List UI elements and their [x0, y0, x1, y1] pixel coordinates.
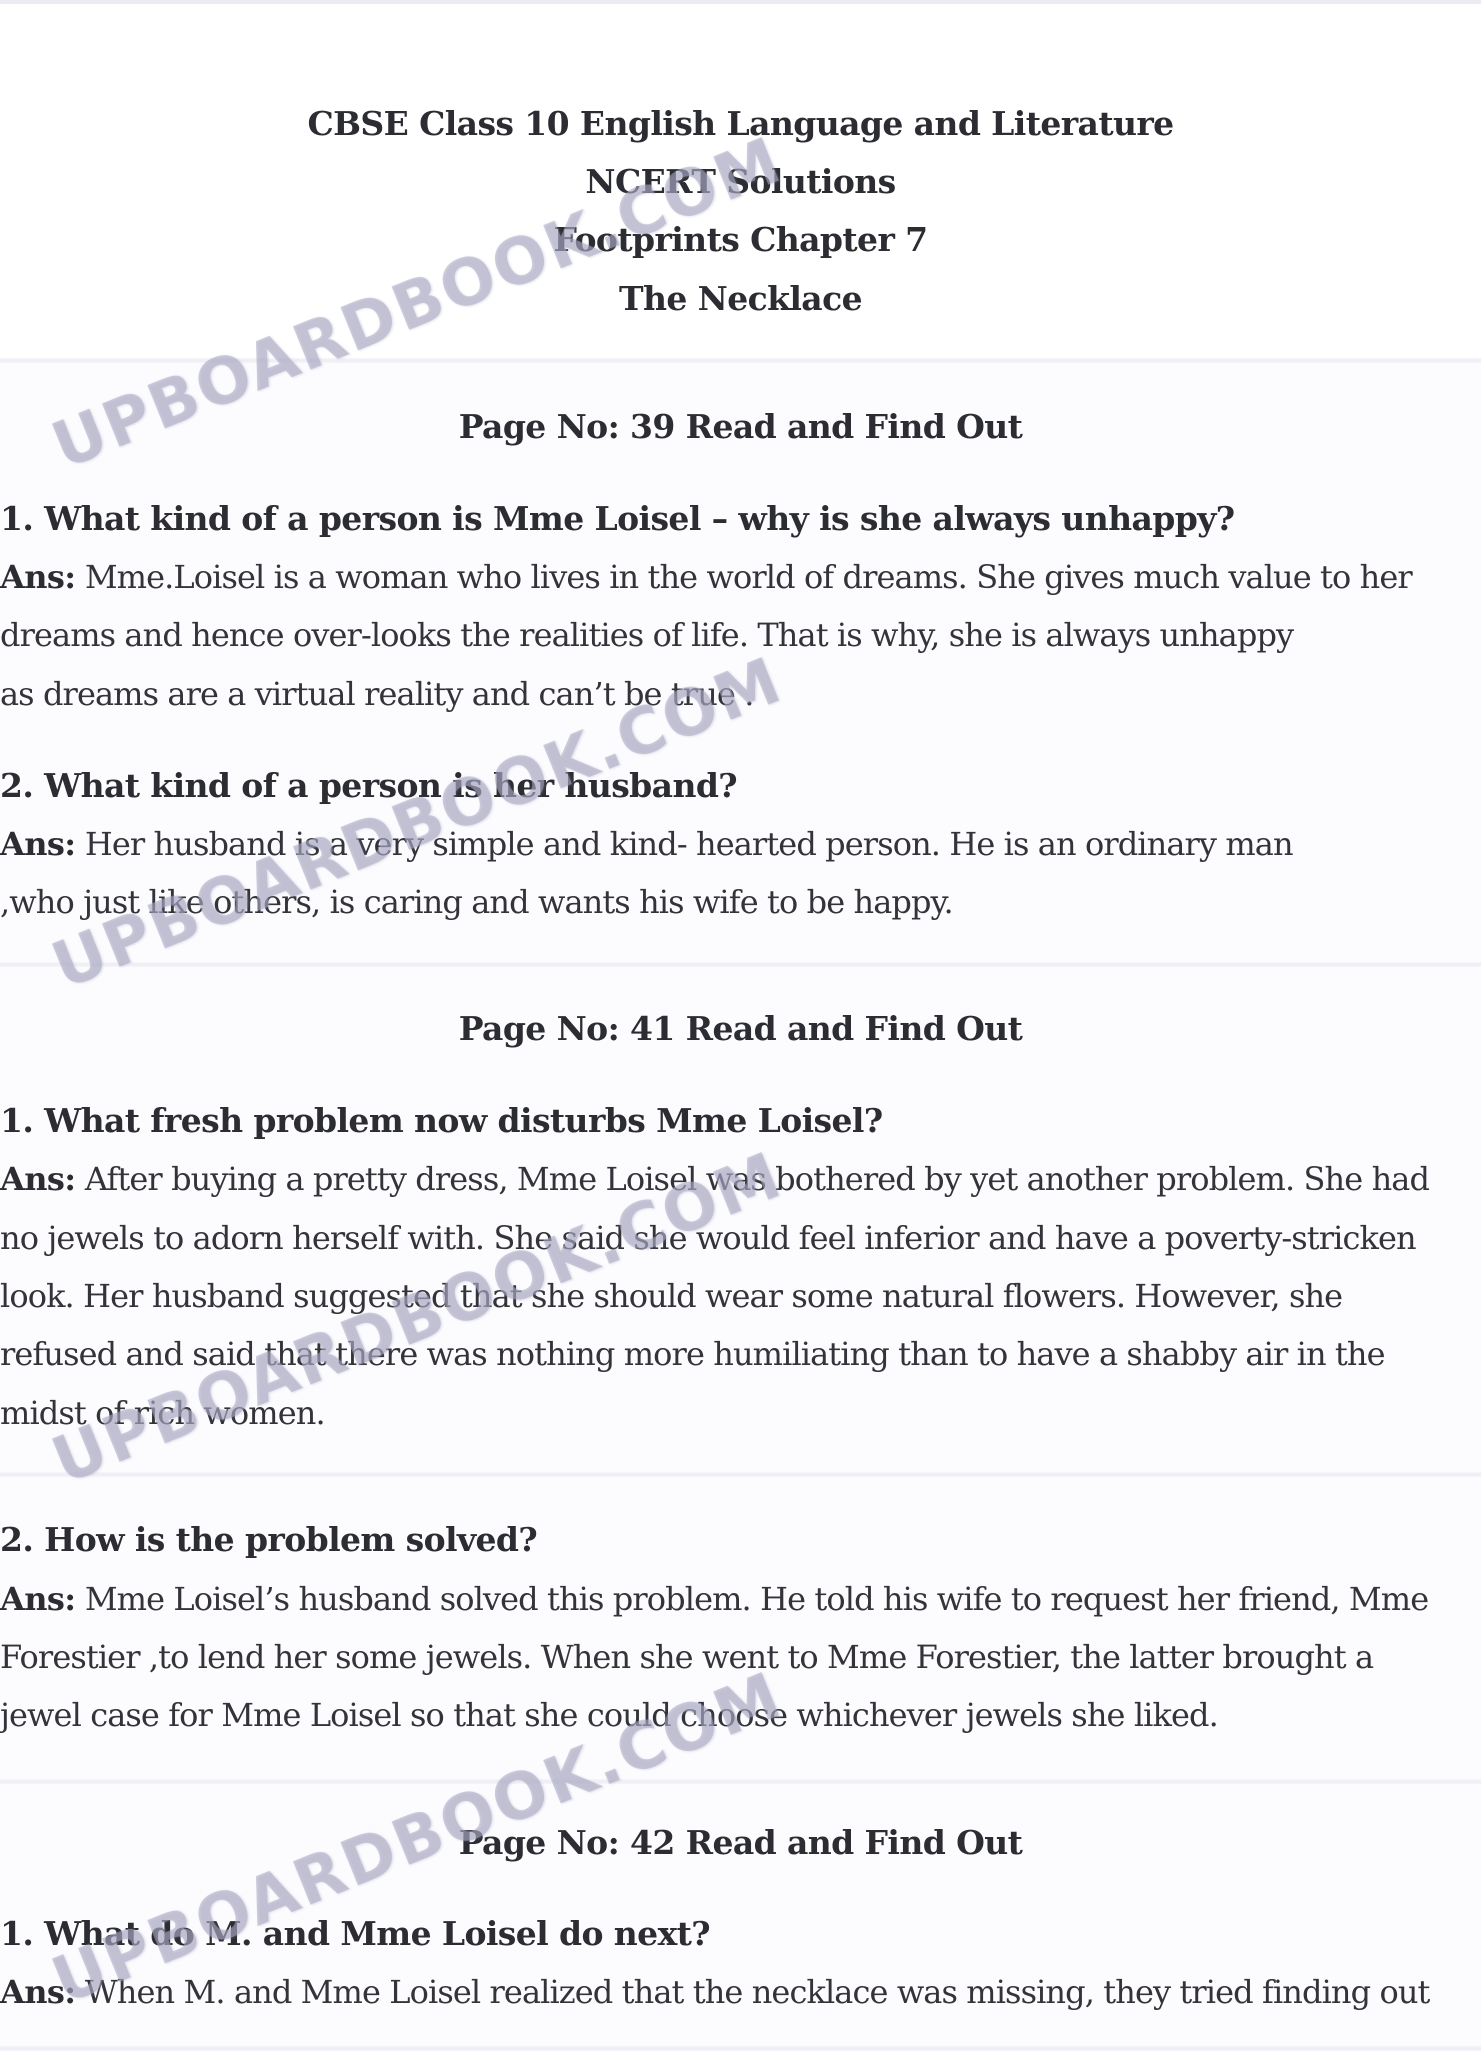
- answer-label: Ans:: [0, 558, 76, 596]
- answer-text: Mme.Loisel is a woman who lives in the w…: [84, 558, 1413, 596]
- question-2-page-41: 2. How is the problem solved?: [0, 1520, 538, 1559]
- answer-text: Mme Loisel’s husband solved this problem…: [84, 1580, 1429, 1618]
- document-subtitle: NCERT Solutions: [585, 162, 896, 201]
- answer-line: as dreams are a virtual reality and can’…: [0, 675, 754, 713]
- answer-line: refused and said that there was nothing …: [0, 1335, 1386, 1373]
- answer-line: Ans: Her husband is a very simple and ki…: [0, 824, 1481, 864]
- answer-line: ,who just like others, is caring and wan…: [0, 883, 954, 921]
- answer-label: Ans:: [0, 825, 76, 863]
- answer-text: Her husband is a very simple and kind- h…: [84, 825, 1294, 863]
- question-1-page-41: 1. What fresh problem now disturbs Mme L…: [0, 1101, 883, 1140]
- answer-line: Ans: When M. and Mme Loisel realized tha…: [0, 1972, 1481, 2012]
- answer-label: Ans:: [0, 1160, 76, 1198]
- answer-line: look. Her husband suggested that she sho…: [0, 1277, 1343, 1315]
- answer-line: dreams and hence over-looks the realitie…: [0, 616, 1294, 654]
- answer-label: Ans:: [0, 1973, 76, 2011]
- answer-line: Ans: Mme.Loisel is a woman who lives in …: [0, 557, 1481, 597]
- document-title: CBSE Class 10 English Language and Liter…: [307, 104, 1174, 143]
- answer-line: Ans: After buying a pretty dress, Mme Lo…: [0, 1159, 1481, 1199]
- question-2-page-39: 2. What kind of a person is her husband?: [0, 766, 738, 805]
- section-heading-page-41: Page No: 41 Read and Find Out: [458, 1009, 1023, 1048]
- answer-line: midst of rich women.: [0, 1394, 326, 1432]
- question-1-page-39: 1. What kind of a person is Mme Loisel –…: [0, 499, 1235, 538]
- answer-line: no jewels to adorn herself with. She sai…: [0, 1219, 1417, 1257]
- section-heading-page-42: Page No: 42 Read and Find Out: [458, 1823, 1023, 1862]
- section-heading-page-39: Page No: 39 Read and Find Out: [458, 407, 1023, 446]
- answer-label: Ans:: [0, 1580, 76, 1618]
- answer-line: jewel case for Mme Loisel so that she co…: [0, 1696, 1219, 1734]
- chapter-label: Footprints Chapter 7: [553, 220, 929, 259]
- answer-line: Ans: Mme Loisel’s husband solved this pr…: [0, 1579, 1481, 1619]
- question-1-page-42: 1. What do M. and Mme Loisel do next?: [0, 1914, 711, 1953]
- answer-text: When M. and Mme Loisel realized that the…: [84, 1973, 1431, 2011]
- section-band-39: [0, 363, 1481, 963]
- answer-line: Forestier ,to lend her some jewels. When…: [0, 1638, 1374, 1676]
- answer-text: After buying a pretty dress, Mme Loisel …: [84, 1160, 1430, 1198]
- chapter-title: The Necklace: [619, 279, 863, 318]
- divider: [0, 2046, 1481, 2051]
